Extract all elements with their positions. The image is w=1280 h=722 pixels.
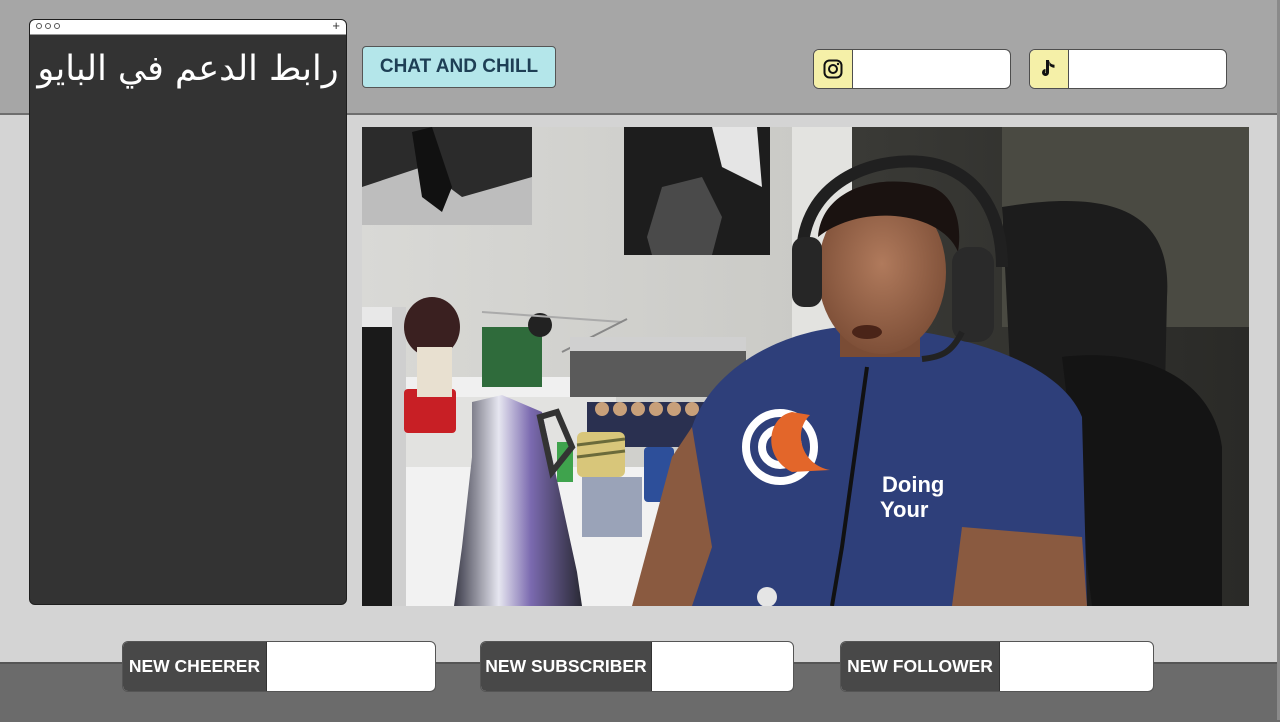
tiktok-icon[interactable] xyxy=(1030,50,1069,88)
new-subscriber-label: NEW SUBSCRIBER xyxy=(481,642,652,691)
webcam-feed: Doing Your xyxy=(362,127,1249,606)
instagram-icon[interactable] xyxy=(814,50,853,88)
new-subscriber-alert: NEW SUBSCRIBER xyxy=(480,641,794,692)
new-cheerer-label: NEW CHEERER xyxy=(123,642,267,691)
new-follower-alert: NEW FOLLOWER xyxy=(840,641,1154,692)
window-dot-icon xyxy=(36,23,42,29)
webcam-image: Doing Your xyxy=(362,127,1249,606)
window-dot-icon xyxy=(45,23,51,29)
chat-and-chill-badge: CHAT AND CHILL xyxy=(362,46,556,88)
window-dot-icon xyxy=(54,23,60,29)
chat-titlebar: + xyxy=(30,20,346,35)
shirt-text-line1: Doing xyxy=(882,472,944,497)
instagram-box xyxy=(813,49,1011,89)
plus-icon[interactable]: + xyxy=(332,20,340,34)
chat-panel: + رابط الدعم في البايو xyxy=(29,19,347,605)
new-follower-label: NEW FOLLOWER xyxy=(841,642,1000,691)
new-cheerer-alert: NEW CHEERER xyxy=(122,641,436,692)
support-link-text: رابط الدعم في البايو xyxy=(37,49,339,89)
tiktok-box xyxy=(1029,49,1227,89)
shirt-text-line2: Your xyxy=(880,497,929,522)
